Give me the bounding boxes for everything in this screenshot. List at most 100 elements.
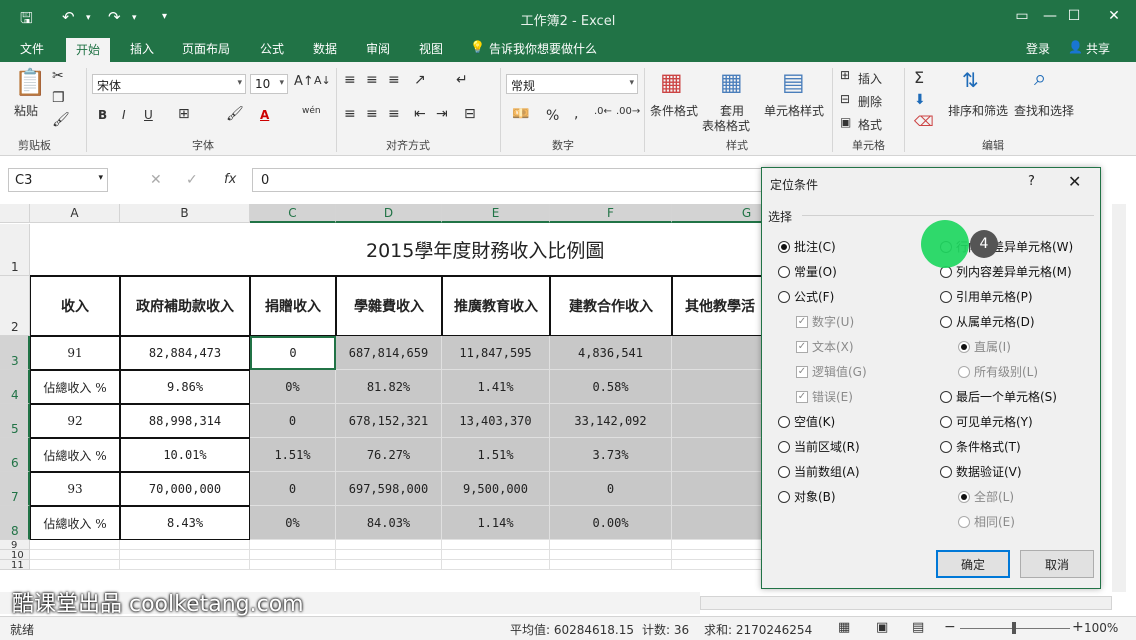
select-all-corner[interactable] [0, 204, 30, 223]
align-center-icon[interactable]: ≡ [366, 106, 378, 122]
tell-me-box[interactable]: 告诉我你想要做什么 [489, 40, 597, 57]
row-header-5[interactable]: 5 [0, 404, 30, 438]
empty-cell[interactable] [672, 550, 770, 560]
option-right-more-3[interactable]: 数据验证(V) [940, 463, 1022, 480]
column-header-g[interactable]: G [672, 204, 770, 223]
data-cell[interactable]: 1.51% [442, 438, 550, 472]
option-right-more-1[interactable]: 可见单元格(Y) [940, 413, 1033, 430]
empty-cell[interactable] [442, 560, 550, 570]
find-select-icon[interactable]: ⌕ [1034, 66, 1046, 91]
header-cell[interactable]: 政府補助款收入 [120, 276, 250, 336]
data-cell[interactable]: 0% [250, 506, 336, 540]
empty-cell[interactable] [30, 540, 120, 550]
ribbon-display-options-icon[interactable]: ▭ [1012, 8, 1032, 24]
column-header-a[interactable]: A [30, 204, 120, 223]
header-cell[interactable]: 捐贈收入 [250, 276, 336, 336]
tab-insert[interactable]: 插入 [130, 40, 154, 57]
data-cell[interactable]: 91 [30, 336, 120, 370]
row-header-1[interactable]: 1 [0, 224, 30, 276]
bold-button[interactable]: B [98, 108, 107, 122]
data-cell[interactable]: 70,000,000 [120, 472, 250, 506]
fill-color-icon[interactable]: 🖌 [226, 106, 244, 122]
number-format-combo[interactable]: 常规 ▾ [506, 74, 638, 94]
header-cell[interactable]: 建教合作收入 [550, 276, 672, 336]
data-cell[interactable]: 0 [550, 472, 672, 506]
option-left-more-0[interactable]: 空值(K) [778, 413, 835, 430]
tab-file[interactable]: 文件 [20, 40, 44, 57]
autosum-button[interactable]: Σ [914, 68, 924, 87]
empty-cell[interactable] [120, 540, 250, 550]
font-name-combo[interactable]: 宋体 ▾ [92, 74, 246, 94]
middle-align-icon[interactable]: ≡ [366, 72, 378, 88]
increase-indent-icon[interactable]: ⇥ [436, 106, 448, 122]
option-right-1[interactable]: 列内容差异单元格(M) [940, 263, 1072, 280]
data-cell[interactable]: 11,847,595 [442, 336, 550, 370]
merge-center-icon[interactable]: ⊟ [464, 106, 476, 122]
phonetic-button[interactable]: wén [302, 106, 321, 116]
delete-cells-icon[interactable]: ⊟ [840, 92, 850, 106]
data-cell[interactable]: 0.60% [672, 506, 770, 540]
insert-cells-button[interactable]: 插入 [858, 70, 882, 87]
data-cell[interactable]: 88,998,314 [120, 404, 250, 438]
option-left-1[interactable]: 常量(O) [778, 263, 837, 280]
font-size-combo[interactable]: 10 ▾ [250, 74, 288, 94]
data-cell[interactable]: 0.00% [672, 438, 770, 472]
option-left-more-3[interactable]: 对象(B) [778, 488, 836, 505]
tab-home[interactable]: 开始 [66, 38, 111, 62]
empty-cell[interactable] [550, 560, 672, 570]
worksheet-grid[interactable]: ABCDEFG 1 2 3 4 5 6 7 8 9 10 11 2015學年度財務收入比例圖 收入政… [0, 204, 770, 592]
empty-cell[interactable] [120, 560, 250, 570]
tab-data[interactable]: 数据 [313, 40, 337, 57]
help-button[interactable]: ? [1028, 174, 1035, 189]
percent-button[interactable]: % [546, 108, 559, 124]
empty-cell[interactable] [336, 550, 442, 560]
option-right-more-0[interactable]: 最后一个单元格(S) [940, 388, 1057, 405]
column-header-b[interactable]: B [120, 204, 250, 223]
data-cell[interactable]: 9,500,000 [442, 472, 550, 506]
header-cell[interactable]: 其他教學活 [672, 276, 770, 336]
sort-filter-icon[interactable]: ⇅ [962, 68, 979, 92]
data-cell[interactable]: 0.58% [550, 370, 672, 404]
top-align-icon[interactable]: ≡ [344, 72, 356, 88]
empty-cell[interactable] [30, 560, 120, 570]
tab-formulas[interactable]: 公式 [260, 40, 284, 57]
format-painter-icon[interactable]: 🖌 [52, 112, 70, 128]
data-cell[interactable]: 697,598,000 [336, 472, 442, 506]
empty-cell[interactable] [550, 540, 672, 550]
column-header-d[interactable]: D [336, 204, 442, 223]
tab-review[interactable]: 审阅 [366, 40, 390, 57]
format-cells-button[interactable]: 格式 [858, 116, 882, 133]
increase-decimal-icon[interactable]: .0← [594, 106, 612, 117]
name-box[interactable]: C3 ▾ [8, 168, 108, 192]
increase-font-icon[interactable]: A↑ [294, 74, 314, 89]
option-right-3[interactable]: 从属单元格(D) [940, 313, 1035, 330]
header-cell[interactable]: 推廣教育收入 [442, 276, 550, 336]
zoom-in-button[interactable]: + [1072, 619, 1084, 635]
decrease-font-icon[interactable]: A↓ [314, 74, 331, 87]
login-link[interactable]: 登录 [1026, 40, 1050, 57]
bottom-align-icon[interactable]: ≡ [388, 72, 400, 88]
data-cell[interactable]: 33,142,092 [550, 404, 672, 438]
data-cell[interactable]: 1.41% [442, 370, 550, 404]
data-cell[interactable]: 10.01% [120, 438, 250, 472]
dialog-close-button[interactable]: ✕ [1068, 172, 1081, 191]
row-header-3[interactable]: 3 [0, 336, 30, 370]
data-cell[interactable]: 佔總收入 % [30, 438, 120, 472]
data-cell[interactable]: 0 [250, 472, 336, 506]
option-right-more-2[interactable]: 条件格式(T) [940, 438, 1021, 455]
sheet-title-cell[interactable]: 2015學年度財務收入比例圖 [30, 224, 770, 276]
tab-view[interactable]: 视图 [419, 40, 443, 57]
row-header-8[interactable]: 8 [0, 506, 30, 540]
empty-cell[interactable] [442, 550, 550, 560]
cancel-entry-icon[interactable]: ✕ [150, 172, 162, 188]
data-cell[interactable]: 82,884,473 [120, 336, 250, 370]
column-header-f[interactable]: F [550, 204, 672, 223]
zoom-level[interactable]: 100% [1084, 621, 1118, 635]
data-cell[interactable]: 687,814,659 [336, 336, 442, 370]
data-cell[interactable]: 1.14% [442, 506, 550, 540]
paste-button[interactable]: 粘贴 [14, 102, 38, 119]
option-left-2[interactable]: 公式(F) [778, 288, 834, 305]
data-cell[interactable]: 0 [250, 404, 336, 438]
align-right-icon[interactable]: ≡ [388, 106, 400, 122]
data-cell[interactable]: 81.82% [336, 370, 442, 404]
